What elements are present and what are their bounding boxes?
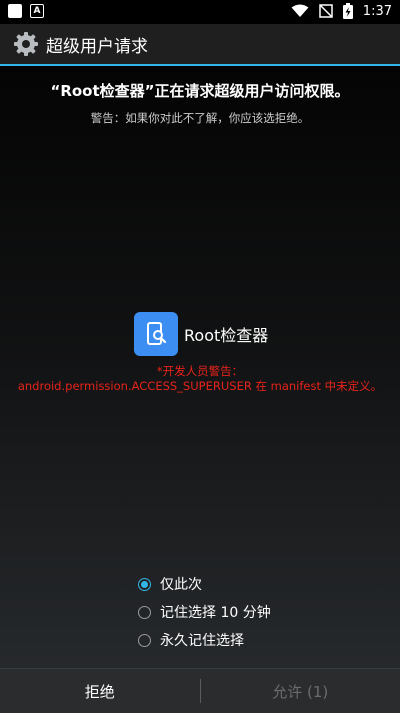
gear-icon xyxy=(12,30,40,58)
text-a-icon: A xyxy=(30,4,44,18)
status-bar-right: 1:37 xyxy=(291,3,392,19)
developer-warning: *开发人员警告： android.permission.ACCESS_SUPER… xyxy=(0,364,400,394)
requesting-app: Root检查器 xyxy=(134,312,268,356)
page-title: 超级用户请求 xyxy=(46,32,148,57)
radio-button-checked[interactable] xyxy=(138,578,151,591)
option-label: 记住选择 10 分钟 xyxy=(160,602,271,622)
no-signal-icon xyxy=(319,4,333,18)
request-heading: “Root检查器”正在请求超级用户访问权限。 xyxy=(0,80,400,101)
option-remember-forever[interactable]: 永久记住选择 xyxy=(138,626,271,654)
deny-button[interactable]: 拒绝 xyxy=(0,669,200,713)
status-time: 1:37 xyxy=(363,4,392,19)
app-name: Root检查器 xyxy=(184,322,268,346)
option-label: 仅此次 xyxy=(160,574,202,594)
request-dialog: “Root检查器”正在请求超级用户访问权限。 警告：如果你对此不了解，你应该选拒… xyxy=(0,66,400,668)
title-bar: 超级用户请求 xyxy=(0,24,400,66)
phone-search-icon xyxy=(134,312,178,356)
option-once[interactable]: 仅此次 xyxy=(138,570,271,598)
status-bar-left: A xyxy=(8,4,44,18)
status-bar: A 1:37 xyxy=(0,0,400,24)
request-warning: 警告：如果你对此不了解，你应该选拒绝。 xyxy=(0,110,400,126)
duration-options: 仅此次 记住选择 10 分钟 永久记住选择 xyxy=(138,570,271,654)
option-remember-10-min[interactable]: 记住选择 10 分钟 xyxy=(138,598,271,626)
battery-charging-icon xyxy=(343,3,353,19)
wifi-icon xyxy=(291,4,309,18)
developer-warning-line-1: *开发人员警告： xyxy=(0,364,400,379)
notification-square-icon xyxy=(8,4,22,18)
option-label: 永久记住选择 xyxy=(160,630,244,650)
radio-button[interactable] xyxy=(138,606,151,619)
button-bar: 拒绝 允许 (1) xyxy=(0,668,400,713)
allow-button[interactable]: 允许 (1) xyxy=(201,669,400,713)
developer-warning-line-2: android.permission.ACCESS_SUPERUSER 在 ma… xyxy=(0,379,400,394)
radio-button[interactable] xyxy=(138,634,151,647)
